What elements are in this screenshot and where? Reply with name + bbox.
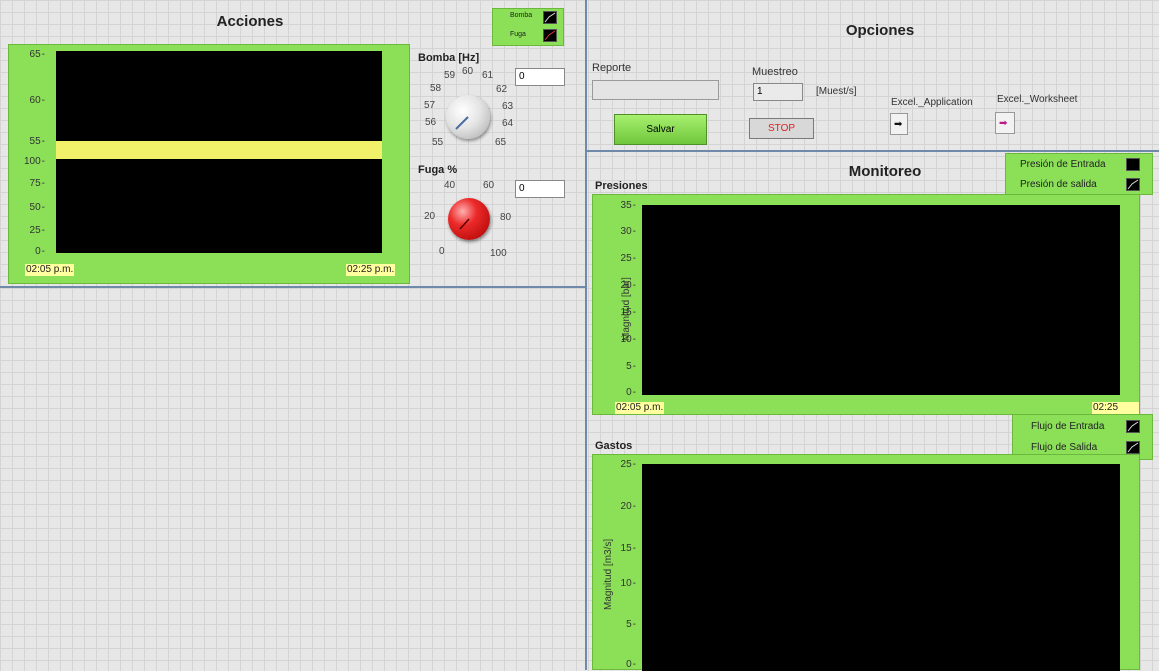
fuga-tick-0: 0 [439,246,445,257]
opciones-bottom-divider [586,150,1159,152]
reporte-label: Reporte [592,62,632,74]
excel-application-label: Excel._Application [891,97,973,108]
bomba-tick-58: 58 [430,83,442,94]
stop-button[interactable]: STOP [749,118,814,139]
acciones-legend: Bomba Fuga [492,8,564,46]
bomba-tick-59: 59 [444,70,456,81]
lower-tick-100: 100 [19,156,45,167]
presiones-chart-frame: Magnitud [bar] 35 30 25 20 15 10 5 0 02:… [592,194,1140,426]
presiones-tick-5: 5 [610,361,636,372]
presiones-tick-25: 25 [610,253,636,264]
muestreo-value-field[interactable]: 1 [753,83,803,101]
gastos-tick-0: 0 [610,659,636,670]
bomba-tick-65: 65 [495,137,507,148]
legend-label-fuga: Fuga [510,31,526,38]
legend-swatch-fuga[interactable] [543,29,557,42]
bomba-tick-64: 64 [502,118,514,129]
legend-label-bomba: Bomba [510,12,533,19]
gastos-tick-10: 10 [610,578,636,589]
fuga-tick-100: 100 [490,248,507,259]
excel-application-refnum[interactable]: ➡ [890,113,908,135]
fuga-tick-20: 20 [424,211,436,222]
bomba-label: Bomba [Hz] [418,52,480,64]
bomba-tick-63: 63 [502,101,514,112]
fuga-label: Fuga % [418,164,458,176]
presiones-legend: Presión de Entrada Presión de salida [1005,153,1153,195]
bomba-tick-60: 60 [462,66,474,77]
fuga-knob-pointer-icon [459,218,470,230]
gastos-tick-20: 20 [610,501,636,512]
acciones-x-start: 02:05 p.m. [25,264,75,276]
presiones-plot-area [642,205,1120,395]
gastos-title: Gastos [595,440,633,452]
bomba-tick-57: 57 [424,100,436,111]
presiones-x-start: 02:05 p.m. [615,402,665,414]
legend-label-flujo-entrada: Flujo de Entrada [1031,421,1105,432]
bomba-tick-61: 61 [482,70,494,81]
upper-tick-65: 65 [19,49,45,60]
salvar-button[interactable]: Salvar [614,114,707,145]
presiones-title: Presiones [595,180,648,192]
monitoreo-title: Monitoreo [848,163,922,180]
fuga-value-field[interactable]: 0 [515,180,565,198]
gastos-tick-25: 25 [610,459,636,470]
acciones-x-end: 02:25 p.m. [346,264,396,276]
arrow-right-icon: ➡ [999,118,1008,129]
presiones-tick-20: 20 [610,280,636,291]
presiones-tick-0: 0 [610,387,636,398]
opciones-title: Opciones [845,22,915,39]
presiones-tick-15: 15 [610,307,636,318]
bomba-knob[interactable] [446,95,490,139]
legend-label-presion-entrada: Presión de Entrada [1020,159,1106,170]
acciones-highlight-band [56,141,382,159]
acciones-bottom-divider [0,286,586,288]
fuga-knob[interactable] [448,198,490,240]
legend-swatch-presion-salida[interactable] [1126,178,1140,191]
legend-label-flujo-salida: Flujo de Salida [1031,442,1098,453]
bomba-tick-56: 56 [425,117,437,128]
gastos-plot-area [642,464,1120,671]
upper-tick-55: 55 [19,136,45,147]
reporte-field[interactable] [592,80,719,100]
lower-tick-75: 75 [19,178,45,189]
acciones-title: Acciones [216,13,284,30]
muestreo-label: Muestreo [752,66,798,78]
fuga-tick-40: 40 [444,180,456,191]
legend-swatch-presion-entrada[interactable] [1126,158,1140,171]
legend-swatch-flujo-entrada[interactable] [1126,420,1140,433]
lower-tick-50: 50 [19,202,45,213]
presiones-tick-30: 30 [610,226,636,237]
bomba-knob-pointer-icon [455,116,469,130]
legend-label-presion-salida: Presión de salida [1020,179,1097,190]
legend-swatch-bomba[interactable] [543,11,557,24]
bomba-value-field[interactable]: 0 [515,68,565,86]
presiones-tick-35: 35 [610,200,636,211]
excel-worksheet-label: Excel._Worksheet [997,94,1078,105]
acciones-chart-frame: 65 60 55 100 75 50 25 0 02:05 p.m. 02:25… [8,44,410,284]
legend-swatch-flujo-salida[interactable] [1126,441,1140,454]
gastos-chart-frame: Magnitud [m3/s] 25 20 15 10 5 0 [592,454,1140,671]
gastos-tick-5: 5 [610,619,636,630]
vertical-divider [585,0,587,670]
lower-tick-25: 25 [19,225,45,236]
bomba-tick-62: 62 [496,84,508,95]
bomba-tick-55: 55 [432,137,444,148]
fuga-tick-80: 80 [500,212,512,223]
upper-tick-60: 60 [19,95,45,106]
presiones-tick-10: 10 [610,334,636,345]
gastos-tick-15: 15 [610,543,636,554]
muestreo-unit: [Muest/s] [816,86,857,97]
lower-tick-0: 0 [19,246,45,257]
excel-worksheet-refnum[interactable]: ➡ [995,112,1015,134]
arrow-right-icon: ➡ [894,119,903,130]
fuga-tick-60: 60 [483,180,495,191]
